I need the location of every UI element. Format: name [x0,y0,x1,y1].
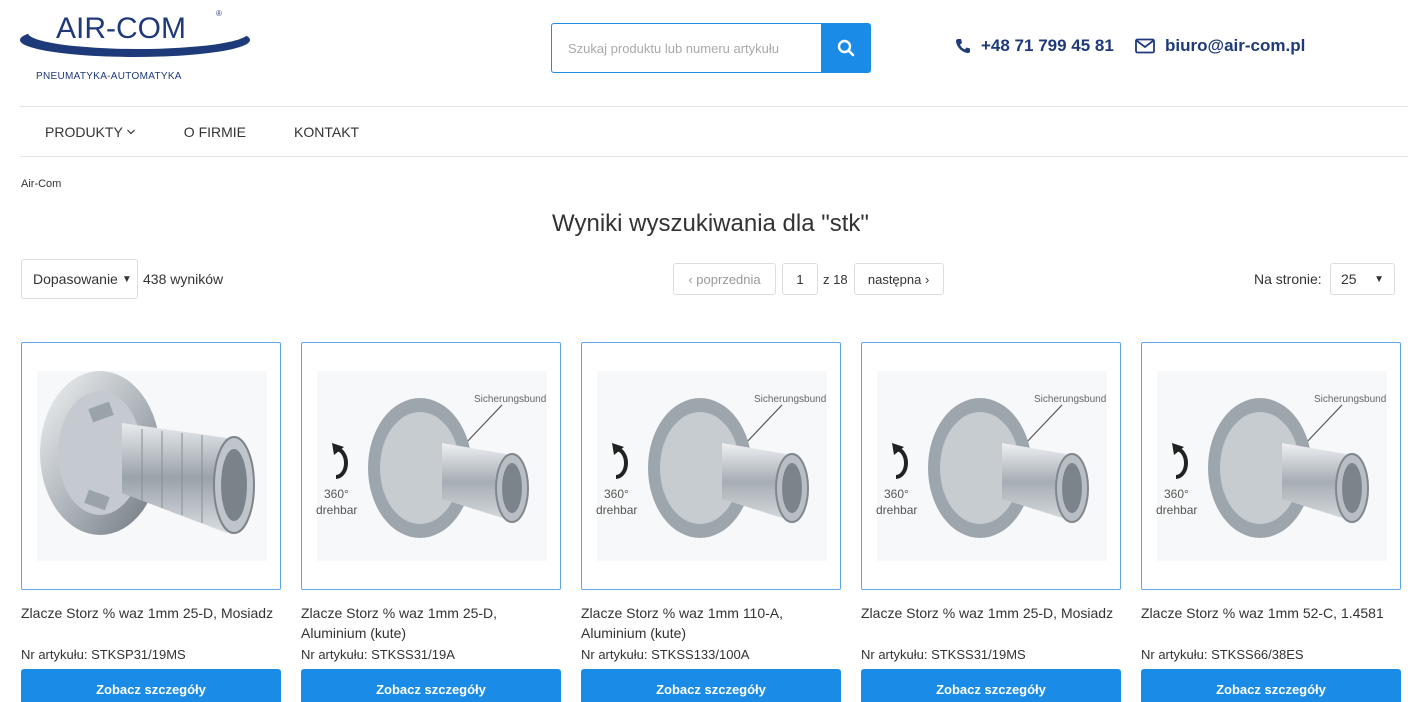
next-page-button[interactable]: następna › [853,263,944,295]
image-label: Sicherungsbund [474,394,546,405]
svg-text:®: ® [216,9,222,18]
product-image[interactable]: Sicherungsbund 360° drehbar [861,342,1121,590]
caret-down-icon: ▼ [121,273,132,285]
nav-item-o-firmie[interactable]: O FIRMIE [184,124,246,140]
search-button[interactable] [821,23,871,73]
email-contact[interactable]: biuro@air-com.pl [1135,36,1305,56]
phone-contact[interactable]: +48 71 799 45 81 [955,36,1114,56]
product-sku: Nr artykułu: STKSS133/100A [581,647,750,662]
svg-text:360°: 360° [324,487,349,501]
product-image[interactable]: Sicherungsbund 360° drehbar [301,342,561,590]
product-name[interactable]: Zlacze Storz % waz 1mm 25-D, Mosiadz [861,603,1121,643]
product-image[interactable]: Sicherungsbund 360° drehbar [581,342,841,590]
search-icon [837,39,855,57]
main-nav: PRODUKTY O FIRMIE KONTAKT [20,107,1408,156]
total-pages: z 18 [823,271,848,287]
view-details-button[interactable]: Zobacz szczegóły [581,669,841,702]
chevron-down-icon [126,129,135,134]
view-details-button[interactable]: Zobacz szczegóły [861,669,1121,702]
svg-text:360°: 360° [1164,487,1189,501]
pagination: ‹ poprzednia 1 z 18 następna › [673,263,944,295]
sort-dropdown[interactable]: Dopasowanie ▼ [21,259,138,299]
product-sku: Nr artykułu: STKSP31/19MS [21,647,186,662]
product-name[interactable]: Zlacze Storz % waz 1mm 25-D, Aluminium (… [301,603,561,643]
product-image[interactable]: Sicherungsbund 360° drehbar [1141,342,1401,590]
svg-text:360°: 360° [604,487,629,501]
per-page-value: 25 [1341,271,1357,287]
view-details-button[interactable]: Zobacz szczegóły [1141,669,1401,702]
svg-text:drehbar: drehbar [316,503,357,517]
product-sku: Nr artykułu: STKSS31/19MS [861,647,1026,662]
nav-item-kontakt[interactable]: KONTAKT [294,124,359,140]
logo-tagline: PNEUMATYKA-AUTOMATYKA [36,71,182,82]
per-page-label: Na stronie: [1254,271,1322,287]
prev-page-button[interactable]: ‹ poprzednia [673,263,776,295]
page-title: Wyniki wyszukiwania dla "stk" [552,210,869,237]
image-label: Sicherungsbund [754,394,826,405]
product-card: Zlacze Storz % waz 1mm 25-D, Mosiadz Nr … [21,342,281,702]
air-com-logo[interactable]: AIR-COM ® PNEUMATYKA-AUTOMATYKA [20,8,260,88]
product-name[interactable]: Zlacze Storz % waz 1mm 52-C, 1.4581 [1141,603,1401,643]
product-sku: Nr artykułu: STKSS66/38ES [1141,647,1304,662]
product-card: Sicherungsbund 360° drehbar Zlacze Storz… [861,342,1121,702]
image-label: Sicherungsbund [1314,394,1386,405]
product-sku: Nr artykułu: STKSS31/19A [301,647,455,662]
search-input[interactable] [551,23,821,73]
page-number-input[interactable]: 1 [782,263,818,295]
view-details-button[interactable]: Zobacz szczegóły [21,669,281,702]
per-page-select[interactable]: 25 ▼ [1330,263,1395,295]
svg-text:drehbar: drehbar [596,503,637,517]
nav-label: PRODUKTY [45,123,123,140]
image-label: Sicherungsbund [1034,394,1106,405]
results-count: 438 wyników [143,271,224,287]
envelope-icon [1135,38,1155,54]
product-image[interactable] [21,342,281,590]
nav-label: KONTAKT [294,123,360,140]
phone-icon [956,39,970,53]
view-details-button[interactable]: Zobacz szczegóły [301,669,561,702]
product-card: Sicherungsbund 360° drehbar Zlacze Storz… [1141,342,1401,702]
breadcrumb[interactable]: Air-Com [21,178,61,190]
product-name[interactable]: Zlacze Storz % waz 1mm 110-A, Aluminium … [581,603,841,643]
header: AIR-COM ® PNEUMATYKA-AUTOMATYKA +48 71 7… [0,0,1427,106]
email-address: biuro@air-com.pl [1165,36,1306,55]
phone-number: +48 71 799 45 81 [981,36,1114,55]
sort-label: Dopasowanie [33,271,118,287]
nav-label: O FIRMIE [183,123,247,140]
product-card: Sicherungsbund 360° drehbar Zlacze Storz… [301,342,561,702]
caret-down-icon: ▼ [1374,273,1384,285]
search-bar [551,23,871,73]
nav-item-produkty[interactable]: PRODUKTY [45,124,136,140]
svg-text:360°: 360° [884,487,909,501]
divider [20,156,1408,157]
svg-text:drehbar: drehbar [876,503,917,517]
product-name[interactable]: Zlacze Storz % waz 1mm 25-D, Mosiadz [21,603,281,643]
product-card: Sicherungsbund 360° drehbar Zlacze Storz… [581,342,841,702]
logo-text: AIR-COM [56,12,186,45]
svg-text:drehbar: drehbar [1156,503,1197,517]
